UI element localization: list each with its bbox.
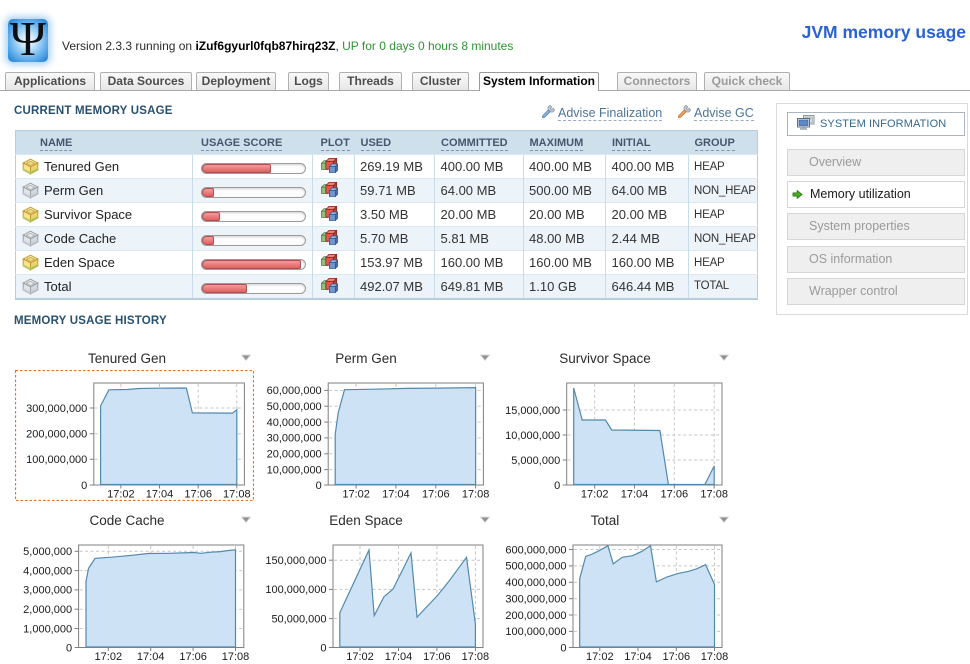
svg-text:600,000,000: 600,000,000	[505, 544, 566, 556]
svg-text:17:08: 17:08	[223, 489, 251, 501]
svg-text:17:02: 17:02	[342, 489, 370, 501]
svg-text:17:04: 17:04	[382, 489, 410, 501]
svg-text:15,000,000: 15,000,000	[505, 405, 560, 417]
svg-text:17:02: 17:02	[586, 651, 614, 663]
svg-text:300,000,000: 300,000,000	[505, 594, 566, 606]
svg-text:17:04: 17:04	[146, 489, 174, 501]
svg-text:17:06: 17:06	[184, 489, 212, 501]
svg-text:17:02: 17:02	[346, 651, 374, 663]
svg-text:17:08: 17:08	[462, 489, 490, 501]
svg-text:17:06: 17:06	[661, 489, 689, 501]
svg-text:17:02: 17:02	[95, 651, 123, 663]
svg-text:0: 0	[560, 642, 566, 654]
svg-text:300,000,000: 300,000,000	[26, 403, 87, 415]
svg-text:17:06: 17:06	[179, 651, 207, 663]
svg-text:10,000,000: 10,000,000	[505, 430, 560, 442]
svg-text:17:02: 17:02	[581, 489, 609, 501]
svg-text:20,000,000: 20,000,000	[267, 449, 322, 461]
svg-text:40,000,000: 40,000,000	[267, 417, 322, 429]
svg-text:200,000,000: 200,000,000	[505, 610, 566, 622]
svg-text:17:08: 17:08	[462, 651, 490, 663]
svg-text:0: 0	[66, 642, 72, 654]
svg-text:17:04: 17:04	[624, 651, 652, 663]
svg-text:0: 0	[81, 480, 87, 492]
svg-text:50,000,000: 50,000,000	[267, 401, 322, 413]
svg-text:100,000,000: 100,000,000	[505, 626, 566, 638]
svg-text:4,000,000: 4,000,000	[23, 565, 72, 577]
svg-text:500,000,000: 500,000,000	[505, 561, 566, 573]
svg-text:3,000,000: 3,000,000	[23, 585, 72, 597]
svg-text:2,000,000: 2,000,000	[23, 604, 72, 616]
svg-text:0: 0	[316, 480, 322, 492]
svg-text:17:02: 17:02	[107, 489, 135, 501]
svg-text:1,000,000: 1,000,000	[23, 623, 72, 635]
svg-text:17:06: 17:06	[423, 651, 451, 663]
svg-text:50,000,000: 50,000,000	[271, 613, 326, 625]
svg-text:17:04: 17:04	[621, 489, 649, 501]
svg-text:17:04: 17:04	[385, 651, 413, 663]
svg-text:5,000,000: 5,000,000	[511, 455, 560, 467]
svg-text:400,000,000: 400,000,000	[505, 577, 566, 589]
svg-text:17:06: 17:06	[663, 651, 691, 663]
svg-text:100,000,000: 100,000,000	[26, 454, 87, 466]
svg-text:200,000,000: 200,000,000	[26, 429, 87, 441]
svg-text:17:06: 17:06	[422, 489, 450, 501]
svg-text:17:08: 17:08	[700, 489, 728, 501]
svg-text:17:08: 17:08	[222, 651, 250, 663]
svg-text:150,000,000: 150,000,000	[265, 555, 326, 567]
svg-text:5,000,000: 5,000,000	[23, 546, 72, 558]
svg-text:0: 0	[320, 642, 326, 654]
svg-text:0: 0	[554, 480, 560, 492]
svg-text:17:08: 17:08	[701, 651, 729, 663]
svg-text:60,000,000: 60,000,000	[267, 385, 322, 397]
svg-text:17:04: 17:04	[137, 651, 165, 663]
svg-text:30,000,000: 30,000,000	[267, 433, 322, 445]
svg-text:10,000,000: 10,000,000	[267, 464, 322, 476]
svg-text:100,000,000: 100,000,000	[265, 584, 326, 596]
